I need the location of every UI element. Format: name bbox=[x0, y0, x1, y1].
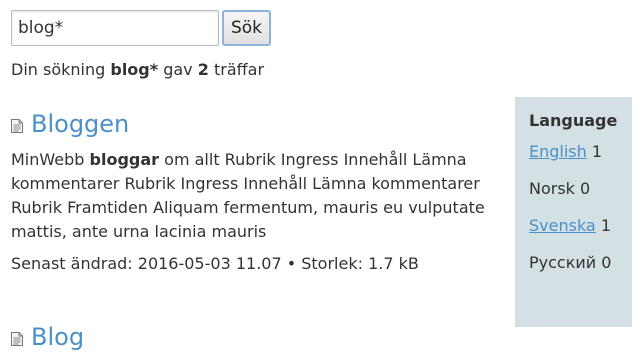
result-title-link[interactable]: Bloggen bbox=[31, 110, 129, 138]
result-snippet: MinWebb bloggar om allt Rubrik Ingress I… bbox=[11, 148, 501, 244]
search-result: Bloggen MinWebb bloggar om allt Rubrik I… bbox=[11, 110, 501, 276]
language-item-svenska: Svenska 1 bbox=[529, 216, 632, 236]
language-label-russian: Русский bbox=[529, 253, 597, 272]
snippet-prefix: MinWebb bbox=[11, 150, 85, 169]
result-meta: Senast ändrad: 2016-05-03 11.07 • Storle… bbox=[11, 254, 419, 273]
language-count: 0 bbox=[601, 253, 612, 272]
snippet-highlight: bloggar bbox=[89, 150, 160, 169]
language-item-russian: Русский 0 bbox=[529, 253, 632, 273]
search-result: Blog bbox=[11, 323, 501, 351]
language-item-norsk: Norsk 0 bbox=[529, 179, 632, 199]
summary-count: 2 bbox=[197, 60, 209, 79]
language-count: 1 bbox=[591, 142, 603, 161]
search-summary: Din sökning blog* gav 2 träffar bbox=[11, 60, 264, 79]
result-title-link[interactable]: Blog bbox=[31, 323, 84, 351]
search-button[interactable]: Sök bbox=[222, 10, 271, 46]
language-count: 1 bbox=[600, 216, 612, 235]
summary-query: blog* bbox=[110, 60, 159, 79]
language-count: 0 bbox=[580, 179, 591, 198]
language-label-norsk: Norsk bbox=[529, 179, 575, 198]
search-input[interactable] bbox=[11, 10, 219, 46]
document-icon bbox=[11, 118, 23, 133]
summary-suffix: träffar bbox=[213, 60, 265, 79]
language-heading: Language bbox=[529, 111, 618, 130]
language-item-english: English 1 bbox=[529, 142, 632, 162]
result-title-row: Blog bbox=[11, 323, 501, 351]
summary-prefix: Din sökning bbox=[11, 60, 106, 79]
language-panel: Language English 1 Norsk 0 Svenska 1 Рус… bbox=[515, 97, 632, 327]
language-link-svenska[interactable]: Svenska bbox=[529, 216, 596, 235]
language-link-english[interactable]: English bbox=[529, 142, 587, 161]
document-icon bbox=[11, 331, 23, 346]
summary-middle: gav bbox=[163, 60, 193, 79]
result-title-row: Bloggen bbox=[11, 110, 501, 138]
